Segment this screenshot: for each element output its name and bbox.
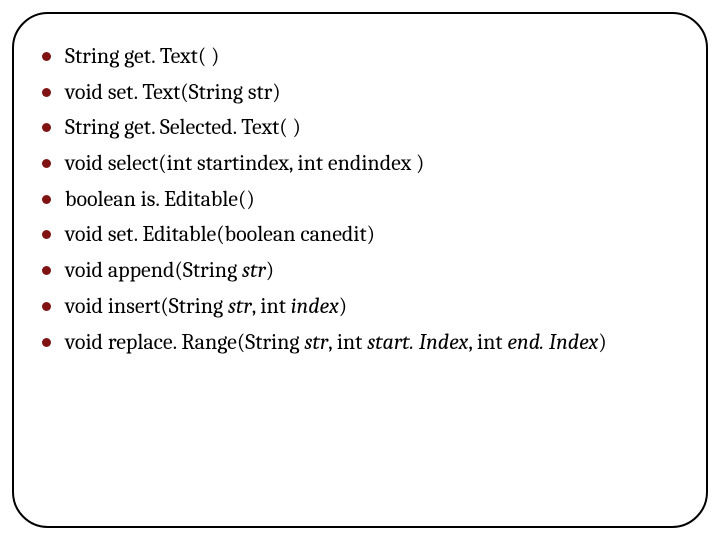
bullet-icon xyxy=(42,302,51,311)
method-text: String get. Selected. Text( ) xyxy=(65,113,670,143)
list-item: void set. Editable(boolean canedit) xyxy=(42,220,670,250)
method-text: String get. Text( ) xyxy=(65,42,670,72)
method-text: void select(int startindex, int endindex… xyxy=(65,149,670,179)
bullet-icon xyxy=(42,230,51,239)
bullet-icon xyxy=(42,159,51,168)
list-item: void append(String str) xyxy=(42,256,670,286)
list-item: void replace. Range(String str, int star… xyxy=(42,328,670,358)
slide: String get. Text( ) void set. Text(Strin… xyxy=(0,0,720,540)
bullet-icon xyxy=(42,195,51,204)
method-list: String get. Text( ) void set. Text(Strin… xyxy=(42,42,670,357)
list-item: boolean is. Editable() xyxy=(42,185,670,215)
content-frame: String get. Text( ) void set. Text(Strin… xyxy=(12,12,708,528)
method-text: void set. Editable(boolean canedit) xyxy=(65,220,670,250)
method-text: void insert(String str, int index) xyxy=(65,292,670,322)
method-text: boolean is. Editable() xyxy=(65,185,670,215)
list-item: void set. Text(String str) xyxy=(42,78,670,108)
bullet-icon xyxy=(42,123,51,132)
list-item: void insert(String str, int index) xyxy=(42,292,670,322)
method-text: void append(String str) xyxy=(65,256,670,286)
bullet-icon xyxy=(42,52,51,61)
list-item: void select(int startindex, int endindex… xyxy=(42,149,670,179)
bullet-icon xyxy=(42,266,51,275)
list-item: String get. Selected. Text( ) xyxy=(42,113,670,143)
bullet-icon xyxy=(42,88,51,97)
method-text: void set. Text(String str) xyxy=(65,78,670,108)
method-text: void replace. Range(String str, int star… xyxy=(65,328,670,358)
list-item: String get. Text( ) xyxy=(42,42,670,72)
bullet-icon xyxy=(42,338,51,347)
